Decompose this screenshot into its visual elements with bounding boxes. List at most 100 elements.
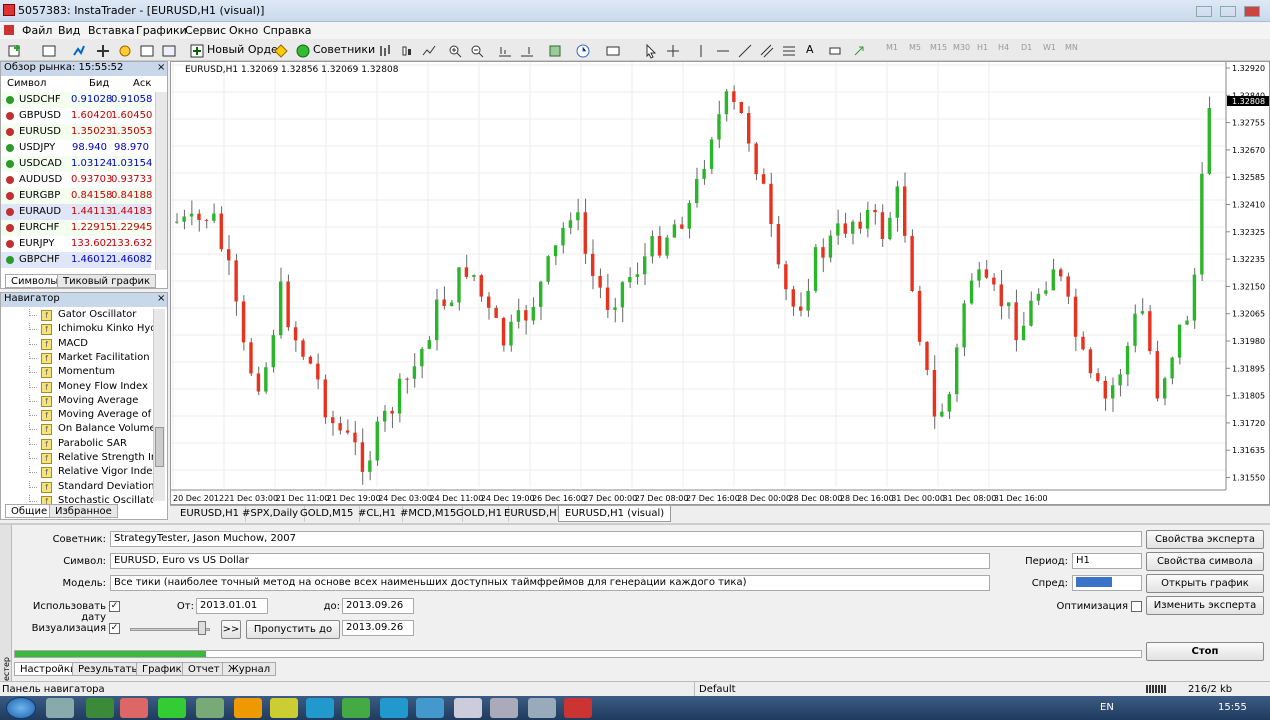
trendline-icon[interactable]	[736, 42, 752, 58]
tf-d1[interactable]: D1	[1021, 43, 1032, 52]
market-row[interactable]: AUDUSD 0.93703 0.93733	[1, 172, 152, 188]
indicators-icon[interactable]	[546, 42, 562, 58]
market-row[interactable]: GBPCHF 1.46012 1.46082	[1, 252, 152, 268]
new-chart-icon[interactable]	[6, 42, 22, 58]
start-button-icon[interactable]	[6, 697, 36, 719]
navigator-icon[interactable]	[116, 42, 132, 58]
market-row[interactable]: USDCHF 0.91028 0.91058	[1, 92, 152, 108]
speed-slider-thumb[interactable]	[198, 621, 206, 635]
fibo-icon[interactable]	[780, 42, 796, 58]
tab-tick-chart[interactable]: Тиковый график	[57, 274, 157, 288]
candles-icon[interactable]	[398, 42, 414, 58]
tester-icon[interactable]	[160, 42, 176, 58]
data-window-icon[interactable]	[94, 42, 110, 58]
period-select[interactable]: H1	[1072, 553, 1142, 569]
menu-view[interactable]: Вид	[58, 24, 80, 37]
chrome-icon[interactable]	[86, 698, 114, 718]
modify-expert-button[interactable]: Изменить эксперта	[1146, 596, 1264, 615]
tf-m5[interactable]: M5	[909, 43, 921, 52]
zoom-in-icon[interactable]	[446, 42, 462, 58]
fast-forward-button[interactable]: >>	[221, 620, 241, 639]
menu-file[interactable]: Файл	[22, 24, 52, 37]
app-icon[interactable]	[270, 698, 298, 718]
app-icon[interactable]	[234, 698, 262, 718]
chart-shift-icon[interactable]	[518, 42, 534, 58]
meta-editor-icon[interactable]	[272, 42, 288, 58]
market-row[interactable]: EURJPY 133.602 133.632	[1, 236, 152, 252]
stop-button[interactable]: Стоп	[1146, 642, 1264, 661]
clock[interactable]: 15:55	[1218, 702, 1247, 713]
skype-icon[interactable]	[380, 698, 408, 718]
profiles-icon[interactable]	[40, 42, 56, 58]
close-icon[interactable]: ×	[157, 293, 165, 304]
menu-tools[interactable]: Сервис	[185, 24, 226, 37]
channel-icon[interactable]	[758, 42, 774, 58]
app-icon[interactable]	[490, 698, 518, 718]
skip-to-date-field[interactable]: 2013.09.26	[342, 620, 414, 636]
crosshair-icon[interactable]	[664, 42, 680, 58]
to-date-field[interactable]: 2013.09.26	[342, 598, 414, 614]
tf-m1[interactable]: M1	[886, 43, 898, 52]
use-date-checkbox[interactable]: ✓	[109, 601, 120, 612]
explorer-icon[interactable]	[46, 698, 74, 718]
arrows-icon[interactable]	[850, 42, 866, 58]
word-icon[interactable]	[454, 698, 482, 718]
tab-symbols[interactable]: Символы	[5, 274, 65, 288]
experts-icon[interactable]	[294, 42, 310, 58]
tester-tab[interactable]: График	[136, 662, 188, 676]
col-bid[interactable]: Бид	[89, 78, 109, 89]
skip-to-button[interactable]: Пропустить до	[246, 620, 340, 639]
close-icon[interactable]: ×	[157, 62, 165, 73]
market-watch-scrollbar[interactable]	[155, 92, 167, 270]
templates-icon[interactable]	[604, 42, 620, 58]
line-chart-icon[interactable]	[420, 42, 436, 58]
menu-help[interactable]: Справка	[263, 24, 311, 37]
skype-icon[interactable]	[306, 698, 334, 718]
market-watch-icon[interactable]	[70, 42, 86, 58]
expert-properties-button[interactable]: Свойства эксперта	[1146, 530, 1264, 549]
firefox-icon[interactable]	[120, 698, 148, 718]
market-row[interactable]: EURUSD 1.35023 1.35053	[1, 124, 152, 140]
open-chart-button[interactable]: Открыть график	[1146, 574, 1264, 593]
advisors-button[interactable]: Советники	[313, 43, 375, 56]
auto-scroll-icon[interactable]	[496, 42, 512, 58]
app-icon[interactable]	[196, 698, 224, 718]
tf-m30[interactable]: M30	[953, 43, 970, 52]
market-row[interactable]: GBPUSD 1.60420 1.60450	[1, 108, 152, 124]
market-row[interactable]: EURAUD 1.44113 1.44183	[1, 204, 152, 220]
tf-mn[interactable]: MN	[1065, 43, 1078, 52]
label-icon[interactable]	[826, 42, 842, 58]
app-icon[interactable]	[416, 698, 444, 718]
optimization-checkbox[interactable]	[1131, 601, 1142, 612]
spread-select[interactable]	[1072, 575, 1142, 591]
close-button[interactable]	[1244, 6, 1260, 17]
chart-tab[interactable]: GOLD,M15	[294, 506, 361, 522]
scrollbar-thumb[interactable]	[155, 427, 164, 467]
menu-insert[interactable]: Вставка	[88, 24, 135, 37]
tester-tab[interactable]: Результаты	[72, 662, 146, 676]
terminal-icon[interactable]	[138, 42, 154, 58]
metatrader-icon[interactable]	[564, 698, 592, 718]
horizontal-line-icon[interactable]	[714, 42, 730, 58]
market-row[interactable]: USDJPY 98.940 98.970	[1, 140, 151, 156]
tester-tab[interactable]: Отчет	[182, 662, 226, 676]
visual-checkbox[interactable]: ✓	[109, 623, 120, 634]
market-row[interactable]: EURCHF 1.22915 1.22945	[1, 220, 152, 236]
app-icon[interactable]	[528, 698, 556, 718]
menu-charts[interactable]: Графики	[136, 24, 187, 37]
excel-icon[interactable]	[158, 698, 186, 718]
market-row[interactable]: EURGBP 0.84158 0.84188	[1, 188, 152, 204]
zoom-out-icon[interactable]	[468, 42, 484, 58]
chart-canvas[interactable]: 1.329201.328401.327551.326701.325851.324…	[171, 62, 1269, 504]
periods-icon[interactable]	[574, 42, 590, 58]
col-symbol[interactable]: Символ	[7, 78, 46, 89]
vertical-line-icon[interactable]	[692, 42, 708, 58]
tab-favorites[interactable]: Избранное	[49, 504, 118, 518]
price-chart[interactable]: 1.32920 1.32840 1.32755 1.32670 1.32585 1.324…	[170, 61, 1270, 505]
chart-tab[interactable]: EURUSD,H1 (visual)	[558, 506, 672, 522]
new-order-icon[interactable]	[188, 42, 204, 58]
from-date-field[interactable]: 2013.01.01	[196, 598, 268, 614]
model-select[interactable]: Все тики (наиболее точный метод на основ…	[110, 575, 990, 591]
tf-w1[interactable]: W1	[1043, 43, 1056, 52]
navigator-scrollbar[interactable]	[153, 309, 165, 501]
